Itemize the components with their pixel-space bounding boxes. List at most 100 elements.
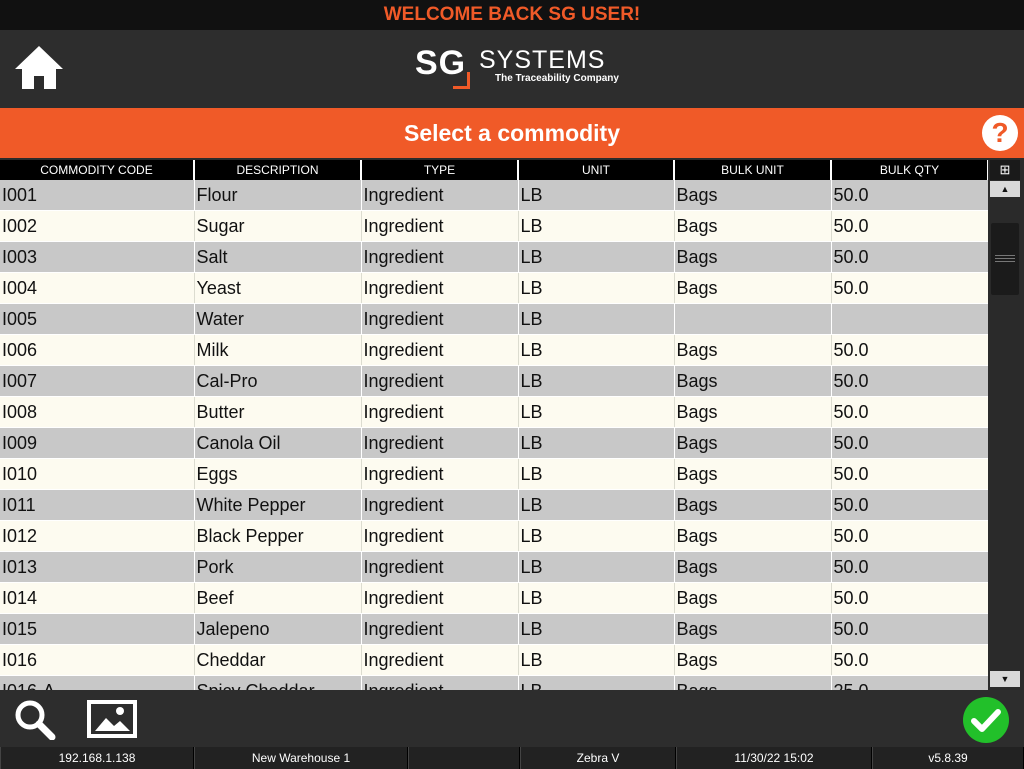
cell-code[interactable]: I002 (0, 210, 195, 242)
table-row[interactable]: I008 Butter Ingredient LB Bags 50.0 (0, 396, 988, 428)
home-button[interactable] (12, 43, 66, 93)
table-row[interactable]: I006 Milk Ingredient LB Bags 50.0 (0, 334, 988, 366)
cell-type[interactable]: Ingredient (361, 210, 519, 242)
cell-code[interactable]: I011 (0, 489, 195, 521)
cell-bulk-qty[interactable]: 50.0 (831, 520, 988, 552)
cell-unit[interactable]: LB (518, 272, 675, 304)
cell-bulk-unit[interactable]: Bags (674, 272, 832, 304)
cell-unit[interactable]: LB (518, 180, 675, 211)
table-row[interactable]: I014 Beef Ingredient LB Bags 50.0 (0, 582, 988, 614)
cell-unit[interactable]: LB (518, 551, 675, 583)
column-header[interactable]: COMMODITY CODE (0, 160, 195, 180)
scroll-down-button[interactable]: ▼ (990, 671, 1020, 687)
cell-type[interactable]: Ingredient (361, 303, 519, 335)
cell-bulk-qty[interactable]: 50.0 (831, 458, 988, 490)
cell-bulk-qty[interactable]: 50.0 (831, 613, 988, 645)
cell-bulk-qty[interactable]: 50.0 (831, 365, 988, 397)
cell-bulk-unit[interactable]: Bags (674, 520, 832, 552)
cell-type[interactable]: Ingredient (361, 272, 519, 304)
cell-type[interactable]: Ingredient (361, 675, 519, 690)
cell-code[interactable]: I007 (0, 365, 195, 397)
cell-description[interactable]: Jalepeno (194, 613, 362, 645)
cell-bulk-unit[interactable]: Bags (674, 334, 832, 366)
table-row[interactable]: I011 White Pepper Ingredient LB Bags 50.0 (0, 489, 988, 521)
cell-description[interactable]: White Pepper (194, 489, 362, 521)
cell-description[interactable]: Butter (194, 396, 362, 428)
cell-code[interactable]: I014 (0, 582, 195, 614)
column-header[interactable]: DESCRIPTION (194, 160, 362, 180)
cell-code[interactable]: I012 (0, 520, 195, 552)
cell-type[interactable]: Ingredient (361, 489, 519, 521)
cell-bulk-qty[interactable]: 50.0 (831, 427, 988, 459)
cell-bulk-qty[interactable]: 50.0 (831, 644, 988, 676)
cell-bulk-unit[interactable]: Bags (674, 241, 832, 273)
cell-unit[interactable]: LB (518, 520, 675, 552)
cell-bulk-qty[interactable]: 50.0 (831, 551, 988, 583)
cell-description[interactable]: Milk (194, 334, 362, 366)
cell-bulk-unit[interactable]: Bags (674, 210, 832, 242)
cell-description[interactable]: Water (194, 303, 362, 335)
table-row[interactable]: I005 Water Ingredient LB (0, 303, 988, 335)
cell-unit[interactable]: LB (518, 303, 675, 335)
table-row[interactable]: I001 Flour Ingredient LB Bags 50.0 (0, 180, 988, 211)
table-row[interactable]: I003 Salt Ingredient LB Bags 50.0 (0, 241, 988, 273)
cell-description[interactable]: Spicy Cheddar (194, 675, 362, 690)
cell-code[interactable]: I016-A (0, 675, 195, 690)
table-row[interactable]: I002 Sugar Ingredient LB Bags 50.0 (0, 210, 988, 242)
table-row[interactable]: I015 Jalepeno Ingredient LB Bags 50.0 (0, 613, 988, 645)
cell-unit[interactable]: LB (518, 675, 675, 690)
table-row[interactable]: I012 Black Pepper Ingredient LB Bags 50.0 (0, 520, 988, 552)
cell-bulk-qty[interactable]: 50.0 (831, 241, 988, 273)
cell-bulk-unit[interactable]: Bags (674, 427, 832, 459)
cell-description[interactable]: Canola Oil (194, 427, 362, 459)
vertical-scrollbar[interactable]: ▲ ▼ (990, 181, 1020, 690)
cell-type[interactable]: Ingredient (361, 644, 519, 676)
cell-code[interactable]: I013 (0, 551, 195, 583)
cell-bulk-qty[interactable]: 50.0 (831, 334, 988, 366)
cell-bulk-unit[interactable]: Bags (674, 365, 832, 397)
scroll-thumb[interactable] (991, 223, 1019, 295)
table-row[interactable]: I016 Cheddar Ingredient LB Bags 50.0 (0, 644, 988, 676)
cell-type[interactable]: Ingredient (361, 613, 519, 645)
cell-bulk-unit[interactable]: Bags (674, 489, 832, 521)
cell-unit[interactable]: LB (518, 644, 675, 676)
cell-description[interactable]: Cheddar (194, 644, 362, 676)
cell-type[interactable]: Ingredient (361, 427, 519, 459)
image-button[interactable] (86, 699, 138, 739)
cell-bulk-qty[interactable] (831, 303, 988, 335)
cell-description[interactable]: Black Pepper (194, 520, 362, 552)
cell-description[interactable]: Salt (194, 241, 362, 273)
cell-unit[interactable]: LB (518, 241, 675, 273)
cell-unit[interactable]: LB (518, 210, 675, 242)
cell-unit[interactable]: LB (518, 489, 675, 521)
cell-bulk-qty[interactable]: 50.0 (831, 489, 988, 521)
cell-unit[interactable]: LB (518, 334, 675, 366)
column-header[interactable]: TYPE (361, 160, 519, 180)
cell-bulk-unit[interactable]: Bags (674, 458, 832, 490)
cell-bulk-unit[interactable]: Bags (674, 180, 832, 211)
cell-type[interactable]: Ingredient (361, 458, 519, 490)
table-row[interactable]: I009 Canola Oil Ingredient LB Bags 50.0 (0, 427, 988, 459)
cell-bulk-unit[interactable]: Bags (674, 675, 832, 690)
cell-code[interactable]: I005 (0, 303, 195, 335)
table-row[interactable]: I004 Yeast Ingredient LB Bags 50.0 (0, 272, 988, 304)
cell-unit[interactable]: LB (518, 613, 675, 645)
cell-unit[interactable]: LB (518, 582, 675, 614)
cell-description[interactable]: Yeast (194, 272, 362, 304)
search-button[interactable] (12, 698, 58, 741)
cell-unit[interactable]: LB (518, 427, 675, 459)
cell-bulk-qty[interactable]: 50.0 (831, 582, 988, 614)
cell-bulk-qty[interactable]: 50.0 (831, 180, 988, 211)
cell-type[interactable]: Ingredient (361, 365, 519, 397)
column-chooser-button[interactable]: ⊞ (990, 160, 1020, 180)
cell-bulk-unit[interactable]: Bags (674, 396, 832, 428)
cell-code[interactable]: I006 (0, 334, 195, 366)
cell-code[interactable]: I010 (0, 458, 195, 490)
scroll-up-button[interactable]: ▲ (990, 181, 1020, 197)
cell-bulk-unit[interactable]: Bags (674, 582, 832, 614)
cell-code[interactable]: I004 (0, 272, 195, 304)
cell-description[interactable]: Sugar (194, 210, 362, 242)
cell-bulk-unit[interactable] (674, 303, 832, 335)
cell-description[interactable]: Eggs (194, 458, 362, 490)
cell-description[interactable]: Beef (194, 582, 362, 614)
